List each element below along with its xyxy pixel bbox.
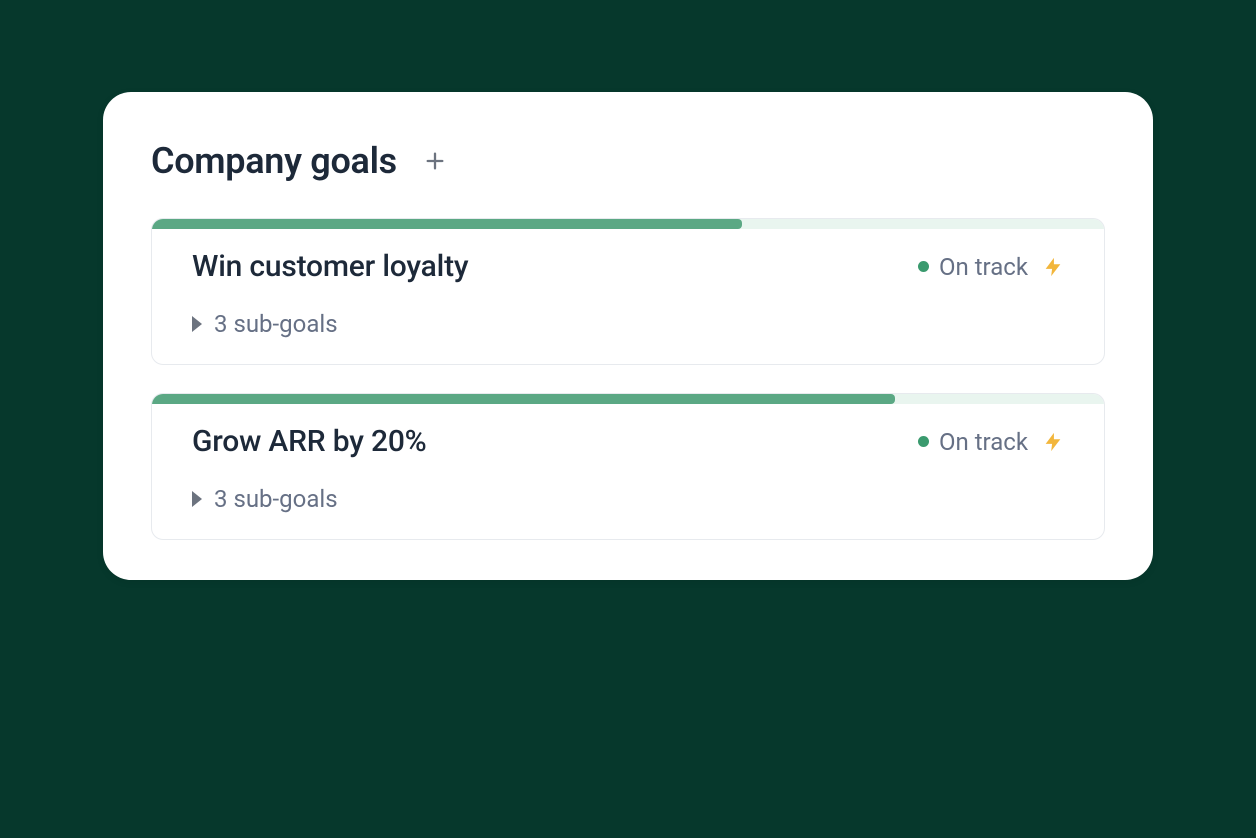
bolt-icon — [1042, 431, 1064, 453]
subgoals-count: 3 sub-goals — [214, 310, 338, 338]
goal-body: Win customer loyalty On track 3 sub-goal… — [152, 229, 1104, 364]
plus-icon — [424, 150, 446, 172]
goal-body: Grow ARR by 20% On track 3 sub-goals — [152, 404, 1104, 539]
card-header: Company goals — [151, 140, 1105, 182]
goal-title-row: Grow ARR by 20% On track — [192, 424, 1064, 459]
progress-track — [152, 394, 1104, 404]
subgoals-count: 3 sub-goals — [214, 485, 338, 513]
page-title: Company goals — [151, 140, 397, 182]
subgoals-toggle[interactable]: 3 sub-goals — [192, 485, 1064, 513]
status-text: On track — [939, 253, 1028, 281]
goal-card[interactable]: Grow ARR by 20% On track 3 sub-goals — [151, 393, 1105, 540]
bolt-icon — [1042, 256, 1064, 278]
goal-title-row: Win customer loyalty On track — [192, 249, 1064, 284]
caret-right-icon — [192, 316, 202, 332]
goal-card[interactable]: Win customer loyalty On track 3 sub-goal… — [151, 218, 1105, 365]
progress-track — [152, 219, 1104, 229]
caret-right-icon — [192, 491, 202, 507]
status-dot-icon — [918, 436, 929, 447]
goal-status: On track — [918, 253, 1064, 281]
goal-status: On track — [918, 428, 1064, 456]
add-goal-button[interactable] — [421, 147, 449, 175]
goal-title: Grow ARR by 20% — [192, 424, 427, 459]
progress-fill — [152, 394, 895, 404]
progress-fill — [152, 219, 742, 229]
goals-card: Company goals Win customer loyalty On tr… — [103, 92, 1153, 580]
subgoals-toggle[interactable]: 3 sub-goals — [192, 310, 1064, 338]
goal-title: Win customer loyalty — [192, 249, 468, 284]
status-text: On track — [939, 428, 1028, 456]
status-dot-icon — [918, 261, 929, 272]
